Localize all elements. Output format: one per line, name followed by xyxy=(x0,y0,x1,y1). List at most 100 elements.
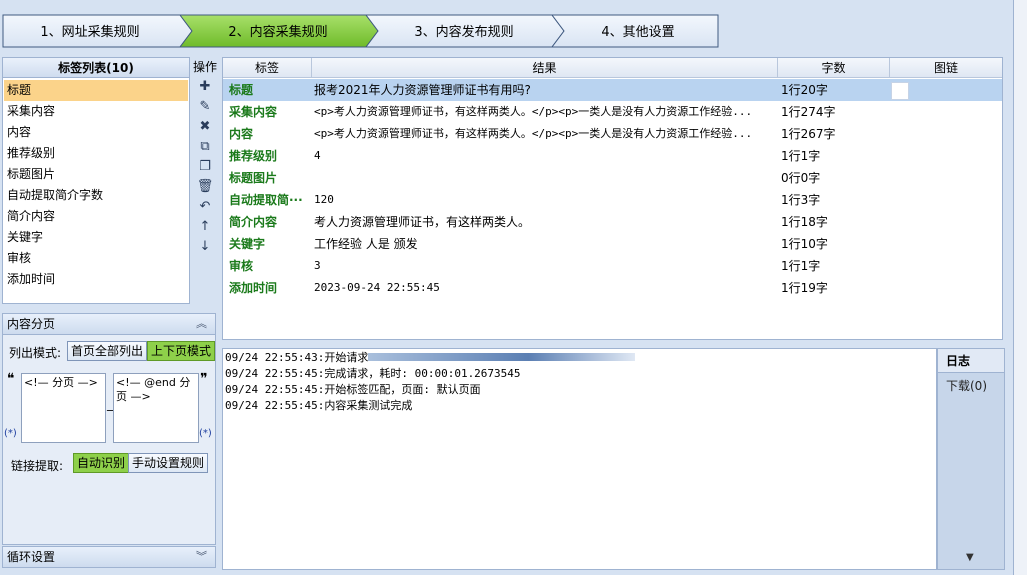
log-line: 09/24 22:55:45:开始标签匹配，页面: 默认页面 xyxy=(225,383,481,396)
pagination-section-header[interactable]: 内容分页 ︽ xyxy=(2,313,216,335)
step-3-label[interactable]: 3、内容发布规则 xyxy=(414,24,513,40)
delete-icon[interactable]: ✖ xyxy=(195,118,215,136)
window-edge xyxy=(1013,0,1027,575)
request-progress-bar xyxy=(368,353,635,361)
tag-list-panel: 标签列表(10) 标题 采集内容 内容 推荐级别 标题图片 自动提取简介字数 简… xyxy=(2,57,190,304)
table-row[interactable]: 审核 3 1行1字 xyxy=(223,255,1002,277)
side-tabs: 日志 下载(0) ▼ xyxy=(937,348,1005,570)
row-result xyxy=(314,167,774,189)
tag-item-auto-summary-length[interactable]: 自动提取简介字数 xyxy=(4,185,188,206)
table-row[interactable]: 标题 报考2021年人力资源管理师证书有用吗? 1行20字 xyxy=(223,79,1002,101)
table-row[interactable]: 自动提取简··· 120 1行3字 xyxy=(223,189,1002,211)
tag-item-collect-content[interactable]: 采集内容 xyxy=(4,101,188,122)
loop-settings-title: 循环设置 xyxy=(7,550,56,564)
page-start-marker-input[interactable]: <!— 分页 —> xyxy=(21,373,106,443)
move-up-icon[interactable]: ↑ xyxy=(195,218,215,236)
copy-icon[interactable]: ⧉ xyxy=(195,138,215,156)
page-end-marker-input[interactable]: <!— @end 分页 —> xyxy=(113,373,199,443)
row-tag-name: 自动提取简··· xyxy=(229,193,303,207)
table-row[interactable]: 关键字 工作经验 人是 颁发 1行10字 xyxy=(223,233,1002,255)
tag-item-recommend-level[interactable]: 推荐级别 xyxy=(4,143,188,164)
row-tag-name: 审核 xyxy=(229,259,254,273)
row-result: 120 xyxy=(314,193,334,206)
wizard-steps: 1、网址采集规则 2、内容采集规则 3、内容发布规则 4、其他设置 xyxy=(2,14,720,48)
table-row[interactable]: 简介内容 考人力资源管理师证书，有这样两类人。 1行18字 xyxy=(223,211,1002,233)
row-count: 1行274字 xyxy=(781,105,836,119)
tag-list-title: 标签列表(10) xyxy=(3,58,189,78)
tag-item-review[interactable]: 审核 xyxy=(4,248,188,269)
table-row[interactable]: 标题图片 0行0字 xyxy=(223,167,1002,189)
undo-icon[interactable]: ↶ xyxy=(195,198,215,216)
row-result: 报考2021年人力资源管理师证书有用吗? xyxy=(314,83,531,97)
list-mode-label: 列出模式: xyxy=(9,346,62,360)
mode-updown-button[interactable]: 上下页模式 xyxy=(147,341,216,361)
step-2-label[interactable]: 2、内容采集规则 xyxy=(228,24,327,40)
log-line: 09/24 22:55:45:完成请求，耗时: 00:00:01.2673545 xyxy=(225,367,521,380)
step-1-label[interactable]: 1、网址采集规则 xyxy=(40,24,139,40)
pagination-section: 列出模式: 首页全部列出 上下页模式 ❝ <!— 分页 —> _ <!— @en… xyxy=(2,335,216,545)
wildcard-left-icon[interactable]: (*) xyxy=(4,428,17,439)
table-row[interactable]: 内容 <p>考人力资源管理师证书，有这样两类人。</p><p>一类人是没有人力资… xyxy=(223,123,1002,145)
trash-icon[interactable]: 🗑 xyxy=(195,178,215,196)
log-line: 09/24 22:55:43:开始请求 xyxy=(225,351,369,364)
step-4-label[interactable]: 4、其他设置 xyxy=(601,25,674,40)
tab-download[interactable]: 下载(0) xyxy=(946,377,987,394)
row-count: 1行18字 xyxy=(781,215,828,229)
move-down-icon[interactable]: ↓ xyxy=(195,238,215,256)
row-tag-name: 简介内容 xyxy=(229,215,278,229)
tag-item-title-image[interactable]: 标题图片 xyxy=(4,164,188,185)
quote-close-icon: ❞ xyxy=(200,371,208,387)
tag-item-keywords[interactable]: 关键字 xyxy=(4,227,188,248)
image-link-cell[interactable] xyxy=(891,82,909,100)
row-count: 1行10字 xyxy=(781,237,828,251)
row-result: 2023-09-24 22:55:45 xyxy=(314,281,440,294)
paste-icon[interactable]: ❐ xyxy=(195,158,215,176)
table-row[interactable]: 采集内容 <p>考人力资源管理师证书，有这样两类人。</p><p>一类人是没有人… xyxy=(223,101,1002,123)
manual-rule-button[interactable]: 手动设置规则 xyxy=(128,453,209,473)
collapse-up-icon[interactable]: ︽ xyxy=(196,314,207,334)
row-count: 1行1字 xyxy=(781,259,821,273)
operations-title: 操作 xyxy=(192,60,217,74)
row-result: <p>考人力资源管理师证书，有这样两类人。</p><p>一类人是没有人力资源工作… xyxy=(314,127,753,140)
row-count: 1行20字 xyxy=(781,83,828,97)
tab-log[interactable]: 日志 xyxy=(938,349,1004,373)
row-result: 考人力资源管理师证书，有这样两类人。 xyxy=(314,215,531,229)
row-tag-name: 标题 xyxy=(229,83,254,97)
row-count: 1行267字 xyxy=(781,127,836,141)
tag-item-summary[interactable]: 简介内容 xyxy=(4,206,188,227)
add-icon[interactable]: ✚ xyxy=(195,78,215,96)
auto-detect-button[interactable]: 自动识别 xyxy=(73,453,130,473)
scroll-down-icon[interactable]: ▼ xyxy=(966,552,974,563)
tag-item-content[interactable]: 内容 xyxy=(4,122,188,143)
row-count: 1行19字 xyxy=(781,281,828,295)
link-extract-label: 链接提取: xyxy=(11,459,64,473)
row-result: 4 xyxy=(314,149,321,162)
table-row[interactable]: 推荐级别 4 1行1字 xyxy=(223,145,1002,167)
expand-down-icon[interactable]: ︾ xyxy=(196,547,207,567)
pagination-section-title: 内容分页 xyxy=(7,317,56,331)
row-tag-name: 添加时间 xyxy=(229,281,278,295)
column-header-result[interactable]: 结果 xyxy=(312,58,778,78)
column-header-image-link[interactable]: 图链 xyxy=(890,58,1002,78)
wildcard-right-icon[interactable]: (*) xyxy=(199,428,212,439)
row-tag-name: 推荐级别 xyxy=(229,149,278,163)
row-tag-name: 标题图片 xyxy=(229,171,278,185)
table-row[interactable]: 添加时间 2023-09-24 22:55:45 1行19字 xyxy=(223,277,1002,299)
row-count: 1行1字 xyxy=(781,149,821,163)
tag-item-title[interactable]: 标题 xyxy=(4,80,188,101)
column-header-tag[interactable]: 标签 xyxy=(223,58,312,78)
row-result: 3 xyxy=(314,259,321,272)
row-tag-name: 内容 xyxy=(229,127,254,141)
column-header-count[interactable]: 字数 xyxy=(778,58,890,78)
loop-settings-header[interactable]: 循环设置 ︾ xyxy=(2,546,216,568)
log-output[interactable]: 09/24 22:55:43:开始请求 09/24 22:55:45:完成请求，… xyxy=(222,348,937,570)
row-count: 1行3字 xyxy=(781,193,821,207)
tag-item-add-time[interactable]: 添加时间 xyxy=(4,269,188,290)
row-result: <p>考人力资源管理师证书，有这样两类人。</p><p>一类人是没有人力资源工作… xyxy=(314,105,753,118)
operations-toolbar: 操作 ✚ ✎ ✖ ⧉ ❐ 🗑 ↶ ↑ ↓ xyxy=(191,57,219,304)
results-table-header: 标签 结果 字数 图链 xyxy=(223,58,1002,78)
edit-icon[interactable]: ✎ xyxy=(195,98,215,116)
mode-all-button[interactable]: 首页全部列出 xyxy=(67,341,148,361)
log-line: 09/24 22:55:45:内容采集测试完成 xyxy=(225,399,413,412)
row-tag-name: 采集内容 xyxy=(229,105,278,119)
